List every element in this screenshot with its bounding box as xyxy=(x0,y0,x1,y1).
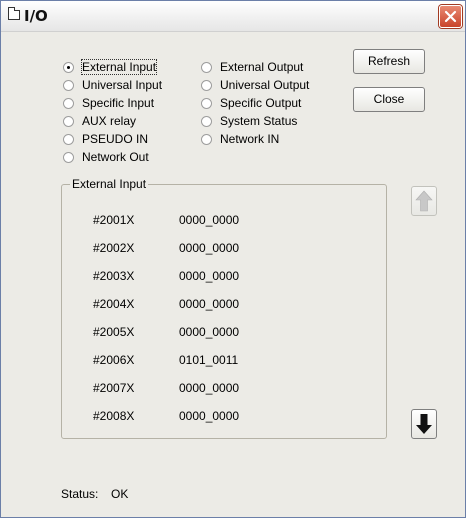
io-address: #2002X xyxy=(93,241,135,255)
scroll-down-button[interactable] xyxy=(411,409,437,439)
scroll-up-button[interactable] xyxy=(411,186,437,216)
window-icon xyxy=(8,7,20,20)
io-address: #2004X xyxy=(93,297,135,311)
down-arrow-icon xyxy=(416,414,432,434)
radio-specific-input[interactable]: Specific Input xyxy=(63,95,154,111)
close-icon xyxy=(444,10,457,23)
radio-external-input[interactable]: External Input xyxy=(63,59,158,75)
close-button[interactable]: Close xyxy=(353,87,425,112)
radio-label: Universal Input xyxy=(82,78,163,92)
io-value: 0000_0000 xyxy=(179,241,240,255)
radio-network-in[interactable]: Network IN xyxy=(201,131,279,147)
refresh-button[interactable]: Refresh xyxy=(353,49,425,74)
radio-specific-output[interactable]: Specific Output xyxy=(201,95,301,111)
radio-indicator xyxy=(63,79,74,91)
radio-indicator xyxy=(201,97,212,109)
radio-label: Network IN xyxy=(220,132,280,146)
radio-label: Specific Output xyxy=(220,96,302,110)
radio-network-out[interactable]: Network Out xyxy=(63,149,149,165)
io-value: 0000_0000 xyxy=(179,409,240,423)
radio-indicator xyxy=(201,115,212,127)
radio-indicator xyxy=(201,133,212,145)
io-address: #2006X xyxy=(93,353,135,367)
status-label: Status: xyxy=(61,487,99,501)
radio-indicator xyxy=(63,151,74,163)
radio-label: Universal Output xyxy=(220,78,310,92)
io-address: #2007X xyxy=(93,381,135,395)
group-title: External Input xyxy=(72,177,147,191)
io-value: 0000_0000 xyxy=(179,269,240,283)
io-value: 0000_0000 xyxy=(179,381,240,395)
io-value: 0000_0000 xyxy=(179,213,240,227)
radio-label: Network Out xyxy=(82,150,149,164)
io-value: 0101_0011 xyxy=(179,353,239,367)
radio-indicator xyxy=(63,115,74,127)
radio-label: External Output xyxy=(220,60,304,74)
io-value: 0000_0000 xyxy=(179,325,240,339)
window-title: I/O xyxy=(24,7,48,25)
status-value: OK xyxy=(111,487,129,501)
up-arrow-icon xyxy=(415,190,433,212)
radio-universal-input[interactable]: Universal Input xyxy=(63,77,162,93)
io-address: #2001X xyxy=(93,213,135,227)
radio-indicator xyxy=(63,61,74,73)
radio-label: AUX relay xyxy=(82,114,137,128)
io-address: #2005X xyxy=(93,325,135,339)
radio-pseudo-in[interactable]: PSEUDO IN xyxy=(63,131,148,147)
io-address: #2008X xyxy=(93,409,135,423)
radio-universal-output[interactable]: Universal Output xyxy=(201,77,309,93)
radio-indicator xyxy=(201,79,212,91)
radio-label: Specific Input xyxy=(82,96,155,110)
radio-indicator xyxy=(201,61,212,73)
radio-aux-relay[interactable]: AUX relay xyxy=(63,113,136,129)
io-address: #2003X xyxy=(93,269,135,283)
radio-label: External Input xyxy=(80,59,158,75)
radio-system-status[interactable]: System Status xyxy=(201,113,297,129)
io-window: I/O External Input Universal Input Speci… xyxy=(0,0,466,518)
io-value: 0000_0000 xyxy=(179,297,240,311)
radio-indicator xyxy=(63,97,74,109)
radio-external-output[interactable]: External Output xyxy=(201,59,303,75)
radio-label: PSEUDO IN xyxy=(82,132,149,146)
window-close-button[interactable] xyxy=(439,5,462,28)
radio-label: System Status xyxy=(220,114,298,128)
title-bar: I/O xyxy=(1,1,465,32)
radio-indicator xyxy=(63,133,74,145)
